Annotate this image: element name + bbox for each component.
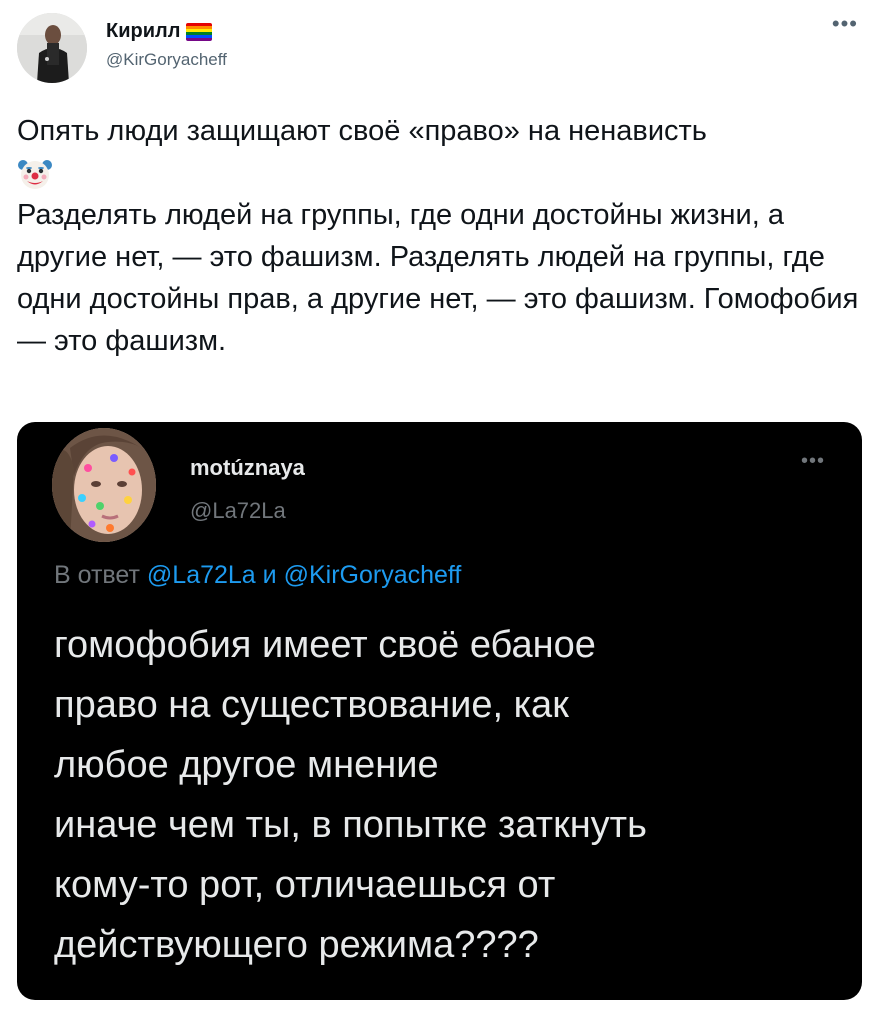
tweet-text-line1: Опять люди защищают своё «право» на нена… bbox=[17, 115, 707, 147]
quoted-avatar-photo bbox=[52, 428, 156, 542]
quoted-author-avatar[interactable] bbox=[52, 428, 156, 542]
quoted-text-line: право на существование, как bbox=[54, 684, 569, 726]
author-avatar[interactable] bbox=[17, 13, 87, 83]
reply-mention-link[interactable]: @KirGoryacheff bbox=[284, 561, 462, 589]
tweet: Кирилл @KirGoryacheff ••• Опять люди защ… bbox=[0, 0, 884, 1020]
quoted-text-line: кому-то рот, отличаешься от bbox=[54, 864, 556, 906]
reply-prefix: В ответ bbox=[54, 561, 140, 589]
quoted-text-line: иначе чем ты, в попытке заткнуть bbox=[54, 804, 647, 846]
reply-mention-link[interactable]: @La72La bbox=[147, 561, 256, 589]
rainbow-flag-icon bbox=[186, 22, 213, 41]
reply-context: В ответ @La72La и @KirGoryacheff bbox=[54, 561, 461, 590]
quoted-author-display-name[interactable]: motúznaya bbox=[190, 455, 305, 481]
author-avatar-photo bbox=[17, 13, 87, 83]
clown-face-icon bbox=[17, 156, 53, 192]
quoted-text-line: гомофобия имеет своё ебаное bbox=[54, 624, 596, 666]
author-name-row: Кирилл bbox=[106, 20, 213, 43]
more-options-icon[interactable]: ••• bbox=[832, 13, 858, 35]
reply-conjunction: и bbox=[262, 561, 277, 589]
author-handle[interactable]: @KirGoryacheff bbox=[106, 50, 227, 70]
quoted-text-line: действующего режима???? bbox=[54, 924, 539, 966]
tweet-text: Опять люди защищают своё «право» на нена… bbox=[17, 110, 867, 362]
quoted-tweet-card[interactable]: motúznaya @La72La ••• В ответ @La72La и … bbox=[17, 422, 862, 1000]
quoted-author-handle[interactable]: @La72La bbox=[190, 498, 286, 524]
tweet-text-line2: Разделять людей на группы, где одни дост… bbox=[17, 199, 859, 357]
tweet-emoji-line bbox=[17, 152, 867, 194]
author-display-name[interactable]: Кирилл bbox=[106, 20, 180, 43]
quoted-more-options-icon[interactable]: ••• bbox=[801, 450, 825, 473]
quoted-tweet-text: гомофобия имеет своё ебаное право на сущ… bbox=[54, 615, 834, 975]
quoted-text-line: любое другое мнение bbox=[54, 744, 439, 786]
